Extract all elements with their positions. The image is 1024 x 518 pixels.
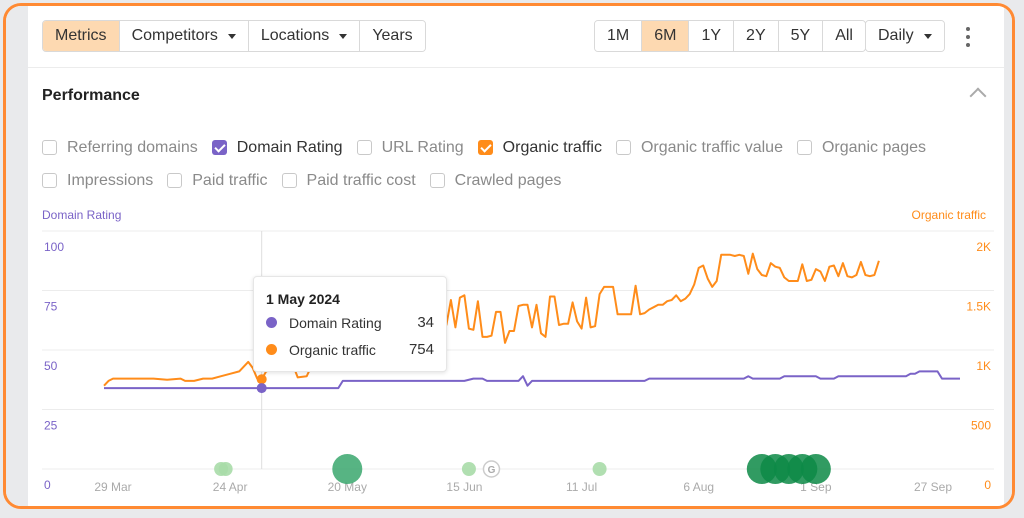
- chart-tooltip: 1 May 2024 Domain Rating 34 Organic traf…: [253, 276, 447, 372]
- tooltip-label: Organic traffic: [289, 341, 376, 358]
- y-tick-right: 500: [971, 419, 991, 433]
- hover-point-domain-rating: [256, 383, 267, 394]
- y-tick-left: 0: [44, 478, 51, 492]
- y-tick-right: 0: [984, 478, 991, 492]
- event-marker: [332, 454, 363, 484]
- event-marker: [800, 454, 831, 484]
- x-tick: 6 Aug: [683, 480, 714, 494]
- tooltip-row-domain-rating: Domain Rating 34: [266, 314, 434, 331]
- series-line-organic-traffic: [103, 252, 880, 387]
- google-update-label: G: [488, 465, 496, 476]
- event-marker: [592, 462, 607, 476]
- x-tick: 11 Jul: [566, 480, 597, 494]
- event-marker: [461, 462, 476, 476]
- x-tick: 27 Sep: [914, 480, 952, 494]
- tooltip-date: 1 May 2024: [266, 291, 340, 307]
- window-frame: Metrics Competitors Locations Years 1M 6…: [3, 3, 1015, 509]
- y-tick-left: 75: [44, 300, 58, 314]
- x-tick: 29 Mar: [94, 480, 131, 494]
- legend-dot: [266, 344, 277, 355]
- tooltip-row-organic-traffic: Organic traffic 754: [266, 341, 434, 358]
- x-tick: 15 Jun: [446, 480, 482, 494]
- y-tick-left: 25: [44, 419, 58, 433]
- y-tick-right: 2K: [976, 240, 991, 254]
- y-tick-left: 100: [44, 240, 64, 254]
- tooltip-label: Domain Rating: [289, 314, 382, 331]
- tooltip-value: 34: [417, 314, 434, 331]
- y-tick-right: 1.5K: [966, 300, 991, 314]
- x-tick: 24 Apr: [213, 480, 248, 494]
- legend-dot: [266, 317, 277, 328]
- tooltip-value: 754: [408, 341, 434, 358]
- y-tick-right: 1K: [976, 359, 991, 373]
- event-marker: [218, 462, 233, 476]
- y-tick-left: 50: [44, 359, 58, 373]
- performance-chart[interactable]: 0 025 50050 1K75 1.5K100 2K29 Mar 24 Apr 20 May…: [6, 6, 1015, 509]
- hover-point-organic-traffic: [256, 374, 267, 385]
